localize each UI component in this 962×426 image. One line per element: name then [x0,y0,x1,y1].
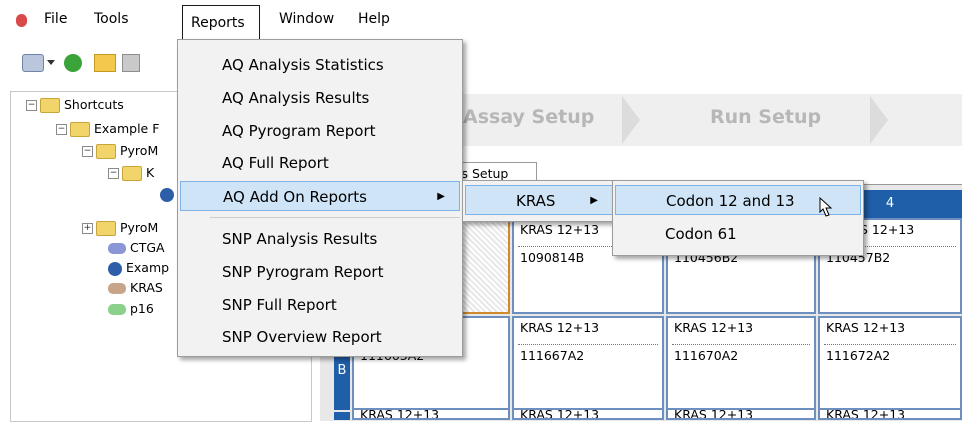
assay-icon [108,283,126,294]
workflow-step-run-setup[interactable]: Run Setup [710,106,821,128]
row-header-c [334,412,350,420]
tree-item-ctga[interactable]: CTGA [108,239,165,257]
save-icon[interactable] [122,54,140,72]
checkmark-shield-icon [160,188,174,202]
menu-window[interactable]: Window [271,6,342,32]
menu-item-snp-overview-report[interactable]: SNP Overview Report [178,322,462,352]
disk-drive-icon[interactable] [22,54,44,72]
open-folder-icon[interactable] [94,54,116,72]
folder-icon [96,221,116,236]
well-assay: KRAS 12+13 [520,222,600,237]
well-sample: 1090814B [520,250,585,265]
well-c4[interactable]: KRAS 12+13 [818,408,962,420]
menu-item-snp-pyrogram-report[interactable]: SNP Pyrogram Report [178,257,462,287]
collapse-icon[interactable]: − [56,124,67,135]
menu-item-kras[interactable]: KRAS ▶ [465,185,613,215]
chevron-right-icon [870,96,888,144]
app-logo-icon [16,14,27,27]
folder-icon [122,166,142,181]
menu-file[interactable]: File [36,6,75,32]
menu-bar: File Tools Reports Window Help [0,0,962,41]
well-assay: KRAS 12+13 [674,320,754,335]
toolbar [0,40,962,88]
collapse-icon[interactable]: − [82,146,93,157]
tree-item-pyro[interactable]: − PyroM [82,142,158,160]
collapse-icon[interactable]: − [26,100,37,111]
submenu-arrow-icon: ▶ [590,195,598,206]
checkmark-shield-icon [108,261,122,276]
menu-separator [210,217,460,218]
assay-icon [108,304,126,315]
well-c2[interactable]: KRAS 12+13 [512,408,664,420]
menu-help[interactable]: Help [350,6,398,32]
menu-item-snp-full-report[interactable]: SNP Full Report [178,290,462,320]
folder-icon [96,144,116,159]
tree-label: KRAS [130,280,163,295]
mouse-cursor-icon [819,196,833,217]
tree-label: Shortcuts [64,97,124,112]
well-sample: 111670A2 [674,348,739,363]
reports-dropdown: AQ Analysis Statistics AQ Analysis Resul… [177,39,463,357]
menu-item-snp-analysis-results[interactable]: SNP Analysis Results [178,224,462,254]
tree-item-shortcuts[interactable]: − Shortcuts [26,96,124,114]
well-assay: KRAS 12+13 [826,408,906,420]
collapse-icon[interactable]: − [108,168,119,179]
divider [672,344,810,345]
well-assay: KRAS 12+13 [360,408,440,420]
addon-submenu: KRAS ▶ [462,180,616,222]
divider [824,344,956,345]
divider [518,344,658,345]
well-assay: KRAS 12+13 [520,320,600,335]
chevron-right-icon [622,96,640,144]
well-b3[interactable]: KRAS 12+13 111670A2 [666,316,816,410]
expand-icon[interactable]: + [82,223,93,234]
menu-tools[interactable]: Tools [86,6,137,32]
dropdown-arrow-icon[interactable] [47,60,55,65]
well-c3[interactable]: KRAS 12+13 [666,408,816,420]
well-assay: KRAS 12+13 [826,320,906,335]
workflow-step-assay-setup[interactable]: Assay Setup [463,106,594,128]
well-assay: KRAS 12+13 [520,408,600,420]
tree-item-pyro-2[interactable]: + PyroM [82,219,158,237]
well-assay: S 12+13 [860,222,915,237]
well-sample: 111672A2 [826,348,891,363]
menu-item-aq-full-report[interactable]: AQ Full Report [178,148,462,178]
well-c1[interactable]: KRAS 12+13 [352,408,510,420]
assay-icon [108,243,126,254]
tree-label: PyroM [120,220,159,235]
tree-label: p16 [130,301,154,316]
menu-item-aq-analysis-results[interactable]: AQ Analysis Results [178,83,462,113]
well-b4[interactable]: KRAS 12+13 111672A2 [818,316,962,410]
folder-icon [40,98,60,113]
tree-item-example-folder[interactable]: − Example F [56,120,159,138]
well-sample: 111667A2 [520,348,585,363]
tree-item-k[interactable]: − K [108,164,154,182]
well-b2[interactable]: KRAS 12+13 111667A2 [512,316,664,410]
tree-item-examp[interactable]: Examp [108,259,169,277]
submenu-arrow-icon: ▶ [437,191,445,202]
tree-label: Examp [126,260,170,275]
menu-item-aq-pyrogram-report[interactable]: AQ Pyrogram Report [178,116,462,146]
tree-label: K [146,165,155,180]
tree-label: PyroM [120,143,159,158]
tree-label: CTGA [130,240,165,255]
tree-item-p16[interactable]: p16 [108,300,154,318]
folder-icon [70,122,90,137]
menu-item-codon-61[interactable]: Codon 61 [613,219,863,249]
run-icon[interactable] [64,54,82,72]
menu-item-aq-add-on-reports[interactable]: AQ Add On Reports ▶ [180,181,460,211]
menu-item-aq-analysis-statistics[interactable]: AQ Analysis Statistics [178,50,462,80]
well-assay: KRAS 12+13 [674,408,754,420]
menu-reports[interactable]: Reports [182,5,260,41]
tree-label: Example F [94,121,160,136]
tree-item-kras[interactable]: KRAS [108,279,163,297]
